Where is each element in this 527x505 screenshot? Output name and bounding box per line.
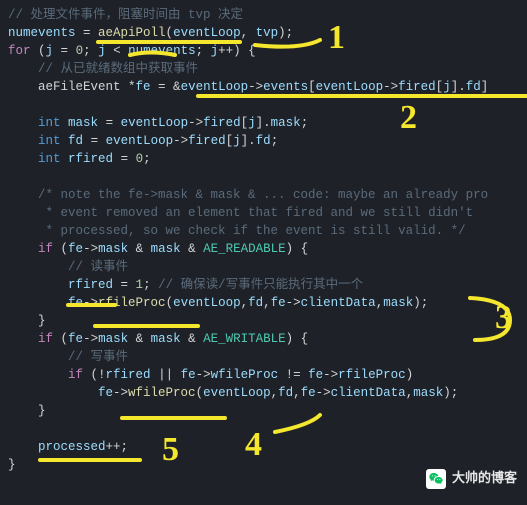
code-block: // 处理文件事件，阻塞时间由 tvp 决定 numevents = aeApi… [0, 0, 527, 480]
watermark-text: 大帅的博客 [452, 470, 517, 488]
wechat-icon [426, 469, 446, 489]
watermark: 大帅的博客 [426, 469, 517, 489]
